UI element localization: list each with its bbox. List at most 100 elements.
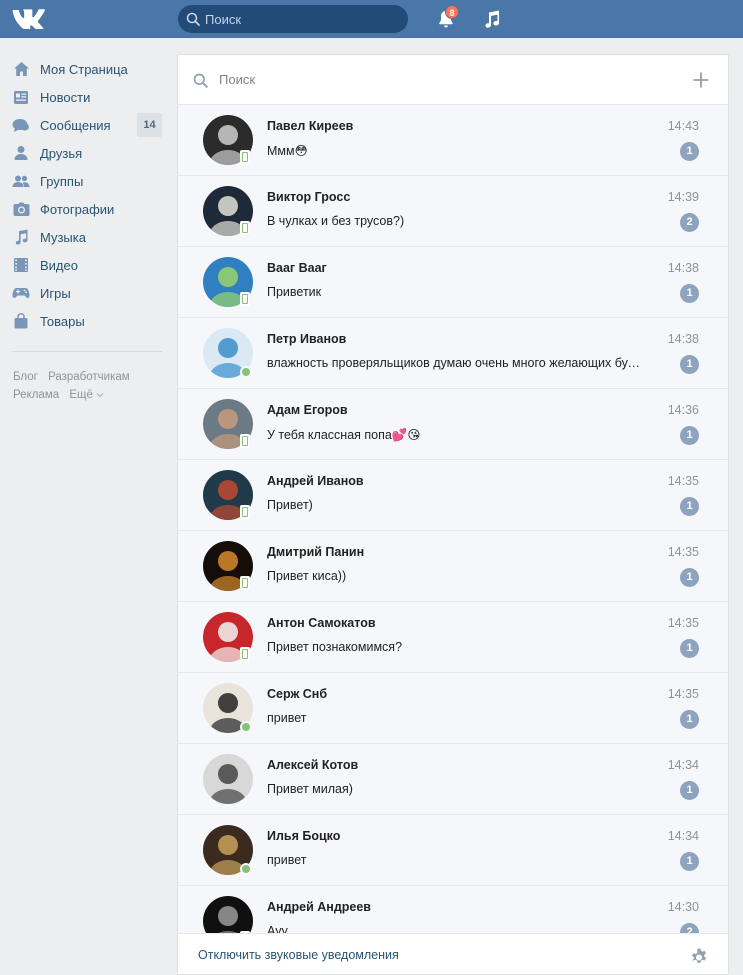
dialog-name: Серж Снб xyxy=(267,687,328,701)
dialog-name: Адам Егоров xyxy=(267,403,348,417)
mute-sounds-link[interactable]: Отключить звуковые уведомления xyxy=(198,948,399,962)
dialog-time: 14:36 xyxy=(667,403,699,417)
sidebar-item-label: Фотографии xyxy=(40,201,115,217)
dialog-name: Дмитрий Панин xyxy=(267,545,365,559)
sidebar-item-label: Сообщения xyxy=(40,117,111,133)
dialog-name: Вааг Вааг xyxy=(267,261,327,275)
dialog-last-message: влажность проверяльщиков думаю очень мно… xyxy=(267,356,647,370)
unread-count-badge: 1 xyxy=(680,426,699,445)
sidebar-divider xyxy=(12,351,162,352)
sidebar-item-my-page[interactable]: Моя Страница xyxy=(0,55,175,83)
mobile-online-icon xyxy=(240,434,250,448)
dialog-row[interactable]: Павел Киреев 14:43 Ммм😳 1 xyxy=(178,105,728,176)
link-ads[interactable]: Реклама xyxy=(13,389,59,401)
sidebar-item-messages[interactable]: Сообщения 14 xyxy=(0,111,175,139)
notification-badge: 8 xyxy=(445,5,459,19)
dialog-last-message: Ммм😳 xyxy=(267,144,308,158)
dialog-name: Алексей Котов xyxy=(267,758,359,772)
avatar[interactable] xyxy=(203,754,253,804)
dialog-row[interactable]: Алексей Котов 14:34 Привет милая) 1 xyxy=(178,744,728,815)
dialog-row[interactable]: Виктор Гросс 14:39 В чулках и без трусов?)… xyxy=(178,176,728,247)
sidebar-item-groups[interactable]: Группы xyxy=(0,167,175,195)
dialog-last-message: Привет милая) xyxy=(267,782,353,796)
dialog-last-message: привет xyxy=(267,711,307,725)
dialog-time: 14:34 xyxy=(667,758,699,772)
home-icon xyxy=(12,60,30,78)
dialog-last-message: Привет киса)) xyxy=(267,569,347,583)
sidebar-item-market[interactable]: Товары xyxy=(0,307,175,335)
dialogs-panel: Павел Киреев14:43Ммм😳1Виктор Гросс14:39В… xyxy=(177,54,729,975)
dialog-name: Илья Боцко xyxy=(267,829,341,843)
unread-count-badge: 1 xyxy=(680,284,699,303)
dialog-name: Андрей Иванов xyxy=(267,474,364,488)
dialog-time: 14:43 xyxy=(667,119,699,133)
camera-icon xyxy=(12,200,30,218)
mobile-online-icon xyxy=(240,221,250,235)
link-more-label: Ещё xyxy=(69,389,93,401)
sidebar-item-label: Моя Страница xyxy=(40,61,128,77)
dialog-name: Антон Самокатов xyxy=(267,616,376,630)
dialogs-list: Павел Киреев 14:43 Ммм😳 1 Виктор Гросс 14:39 В… xyxy=(178,105,728,957)
music-note-icon[interactable] xyxy=(482,9,502,29)
sidebar-item-games[interactable]: Игры xyxy=(0,279,175,307)
dialog-time: 14:35 xyxy=(667,545,699,559)
bag-icon xyxy=(12,312,30,330)
dialog-row[interactable]: Серж Снб 14:35 привет 1 xyxy=(178,673,728,744)
top-search-box[interactable] xyxy=(178,5,408,33)
dialog-time: 14:35 xyxy=(667,687,699,701)
sidebar-item-photos[interactable]: Фотографии xyxy=(0,195,175,223)
mobile-online-icon xyxy=(240,647,250,661)
messages-icon xyxy=(12,116,30,134)
dialog-last-message: Приветик xyxy=(267,285,322,299)
dialog-name: Павел Киреев xyxy=(267,119,354,133)
dialog-row[interactable]: Адам Егоров 14:36 У тебя классная попа💕😘 1 xyxy=(178,389,728,460)
online-indicator xyxy=(240,366,252,378)
dialog-row[interactable]: Дмитрий Панин 14:35 Привет киса)) 1 xyxy=(178,531,728,602)
dialog-last-message: Привет познакомимся? xyxy=(267,640,403,654)
dialogs-search-bar xyxy=(178,55,728,105)
dialog-row[interactable]: Андрей Иванов 14:35 Привет) 1 xyxy=(178,460,728,531)
dialogs-search-input[interactable] xyxy=(219,55,659,104)
dialog-row[interactable]: Илья Боцко 14:34 привет 1 xyxy=(178,815,728,886)
dialog-last-message: В чулках и без трусов?) xyxy=(267,214,405,228)
search-icon xyxy=(186,12,200,26)
plus-icon[interactable] xyxy=(692,71,710,89)
left-sidebar: Моя Страница Новости Сообщения 14 Друзья… xyxy=(0,55,175,404)
sidebar-item-label: Игры xyxy=(40,285,71,301)
sidebar-item-friends[interactable]: Друзья xyxy=(0,139,175,167)
chevron-down-icon xyxy=(96,393,104,398)
mobile-online-icon xyxy=(240,576,250,590)
dialog-row[interactable]: Антон Самокатов 14:35 Привет познакомимся?… xyxy=(178,602,728,673)
sidebar-item-video[interactable]: Видео xyxy=(0,251,175,279)
unread-count-badge: 1 xyxy=(680,852,699,871)
online-indicator xyxy=(240,721,252,733)
dialog-last-message: привет xyxy=(267,853,307,867)
news-icon xyxy=(12,88,30,106)
gear-icon[interactable] xyxy=(689,946,709,966)
unread-count-badge: 1 xyxy=(680,497,699,516)
film-icon xyxy=(12,256,30,274)
link-more[interactable]: Ещё xyxy=(69,389,104,401)
dialog-time: 14:39 xyxy=(667,190,699,204)
online-indicator xyxy=(240,863,252,875)
sidebar-item-label: Друзья xyxy=(40,145,83,161)
dialog-time: 14:38 xyxy=(667,332,699,346)
link-blog[interactable]: Блог xyxy=(13,371,38,383)
sidebar-item-news[interactable]: Новости xyxy=(0,83,175,111)
unread-count-badge: 1 xyxy=(680,781,699,800)
sidebar-item-music[interactable]: Музыка xyxy=(0,223,175,251)
friend-icon xyxy=(12,144,30,162)
messages-count-badge: 14 xyxy=(137,113,162,137)
mobile-online-icon xyxy=(240,292,250,306)
vk-logo-icon[interactable] xyxy=(12,9,46,29)
dialog-time: 14:34 xyxy=(667,829,699,843)
top-search-input[interactable] xyxy=(205,5,400,33)
link-developers[interactable]: Разработчикам xyxy=(48,371,130,383)
dialog-row[interactable]: Вааг Вааг 14:38 Приветик 1 xyxy=(178,247,728,318)
dialog-name: Петр Иванов xyxy=(267,332,347,346)
sidebar-item-label: Музыка xyxy=(40,229,86,245)
dialog-last-message: У тебя классная попа💕😘 xyxy=(267,428,421,442)
mobile-online-icon xyxy=(240,150,250,164)
dialog-name: Виктор Гросс xyxy=(267,190,351,204)
dialog-row[interactable]: Петр Иванов 14:38 влажность проверяльщиков… xyxy=(178,318,728,389)
